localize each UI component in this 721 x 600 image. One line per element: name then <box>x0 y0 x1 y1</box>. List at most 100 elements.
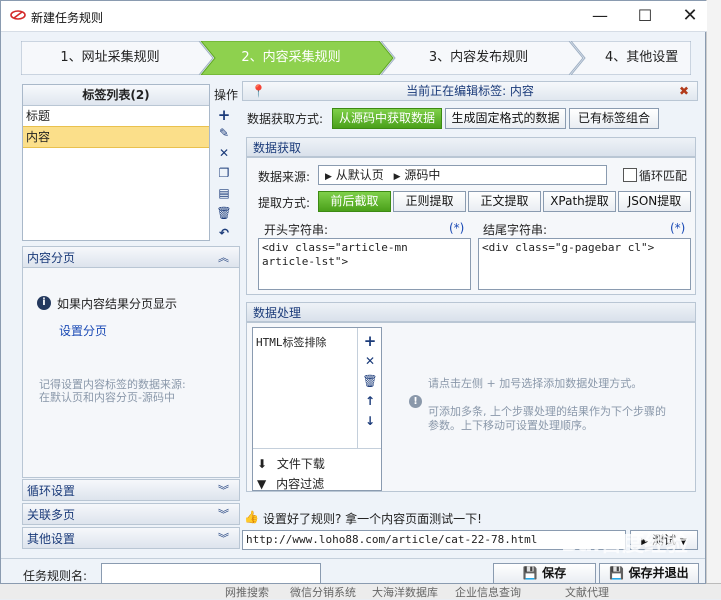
collapse-down-icon: ︾ <box>218 484 229 497</box>
delete-icon[interactable]: ✕ <box>212 146 236 160</box>
save-label: 保存 <box>542 566 567 580</box>
add-icon[interactable]: + <box>212 106 236 124</box>
section-multipage-header[interactable]: 关联多页 ︾ <box>22 503 240 525</box>
arrow-right-icon: ▶ <box>393 172 401 182</box>
save-icon: 💾 <box>609 566 625 580</box>
start-string-input[interactable]: <div class="article-mn article-lst"> <box>258 238 471 290</box>
close-editor-icon[interactable]: ✖ <box>679 82 689 100</box>
source-page: 从默认页 <box>335 168 384 182</box>
paging-note-line2: 在默认页和内容分页-源码中 <box>39 391 175 404</box>
test-button-label: 测试 <box>651 533 676 547</box>
method-label: 提取方式: <box>258 196 311 210</box>
play-icon: ▶ <box>641 537 649 547</box>
collapse-down-icon: ︾ <box>218 508 229 521</box>
loop-match-checkbox[interactable] <box>623 168 637 182</box>
tag-ops-toolbar: 操作 + ✎ ✕ ❐ ▤ 🗑 ↶ <box>212 84 240 241</box>
collapse-down-icon: ︾ <box>218 532 229 545</box>
footer-divider <box>1 558 705 559</box>
process-item[interactable]: HTML标签排除 <box>256 334 327 350</box>
app-logo-icon <box>10 10 26 20</box>
loop-match-label: 循环匹配 <box>639 169 688 183</box>
maximize-button[interactable]: ☐ <box>622 1 668 31</box>
section-loop-title: 循环设置 <box>27 484 76 498</box>
download-icon: ⬇ <box>257 457 268 471</box>
save-exit-button[interactable]: 💾 保存并退出 <box>599 563 699 584</box>
window-title: 新建任务规则 <box>31 11 104 25</box>
end-string-label: 结尾字符串: <box>483 223 548 237</box>
process-toolbar: + ✕ 🗑 ↑ ↓ <box>357 328 382 448</box>
trash-icon[interactable]: 🗑 <box>212 206 236 220</box>
fetch-mode-label: 数据获取方式: <box>247 112 324 126</box>
minimize-button[interactable]: — <box>577 1 623 31</box>
rule-name-label: 任务规则名: <box>23 569 88 583</box>
method-regex[interactable]: 正则提取 <box>393 191 466 212</box>
fetch-mode-source[interactable]: 从源码中获取数据 <box>332 108 442 129</box>
arrow-right-icon: ▶ <box>325 172 332 182</box>
step-other-settings[interactable]: 4、其他设置 <box>581 41 691 75</box>
process-list: HTML标签排除 + ✕ 🗑 ↑ ↓ ⬇ 文件下载 ▼ 内容过滤 <box>252 327 382 491</box>
info-icon: ! <box>409 395 422 408</box>
file-download-label: 文件下载 <box>276 457 325 471</box>
save-exit-label: 保存并退出 <box>628 566 689 580</box>
method-json[interactable]: JSON提取 <box>618 191 691 212</box>
content-filter-action[interactable]: ▼ 内容过滤 <box>257 475 324 492</box>
ops-label: 操作 <box>213 88 238 102</box>
tag-list-title: 标签列表(2) <box>23 85 209 106</box>
rule-name-input[interactable] <box>101 563 321 584</box>
process-hint-line3: 参数。上下移动可设置处理顺序。 <box>428 419 593 432</box>
end-string-hint[interactable]: (*) <box>670 221 685 235</box>
pin-icon: 📍 <box>251 84 266 98</box>
move-down-icon[interactable]: ↓ <box>358 414 382 428</box>
start-string-hint[interactable]: (*) <box>449 221 464 235</box>
dropdown-arrow-icon: ▼ <box>679 537 687 547</box>
test-prompt: 设置好了规则? 拿一个内容页面测试一下! <box>263 512 482 526</box>
delete-icon[interactable]: ✕ <box>358 354 382 368</box>
fetch-mode-combine[interactable]: 已有标签组合 <box>569 108 659 129</box>
method-xpath[interactable]: XPath提取 <box>543 191 616 212</box>
content-filter-label: 内容过滤 <box>276 477 325 491</box>
step-url-rules[interactable]: 1、网址采集规则 <box>21 41 199 75</box>
trash-icon[interactable]: 🗑 <box>358 374 382 388</box>
section-multipage-title: 关联多页 <box>27 508 76 522</box>
source-label: 数据来源: <box>258 170 311 184</box>
fetch-section-header: 数据获取 <box>246 137 696 157</box>
section-loop-header[interactable]: 循环设置 ︾ <box>22 479 240 501</box>
section-paging-header[interactable]: 内容分页 ︽ <box>22 246 240 268</box>
set-paging-link[interactable]: 设置分页 <box>59 322 107 339</box>
title-bar: 新建任务规则 — ☐ ✕ <box>1 1 707 32</box>
section-other-title: 其他设置 <box>27 532 76 546</box>
tag-list-panel: 标签列表(2) 标题 内容 <box>22 84 210 241</box>
tag-item[interactable]: 标题 <box>23 106 209 126</box>
step-publish-rules[interactable]: 3、内容发布规则 <box>391 41 566 75</box>
section-other-header[interactable]: 其他设置 ︾ <box>22 527 240 549</box>
edit-icon[interactable]: ✎ <box>212 126 236 140</box>
method-between[interactable]: 前后截取 <box>318 191 391 212</box>
source-selector[interactable]: ▶ 从默认页 ▶ 源码中 <box>318 165 607 185</box>
process-section-header: 数据处理 <box>246 302 696 322</box>
process-hint-line1: 请点击左侧 + 加号选择添加数据处理方式。 <box>428 377 643 390</box>
info-icon: i <box>37 296 51 310</box>
method-text[interactable]: 正文提取 <box>468 191 541 212</box>
paging-info-text: 如果内容结果分页显示 <box>57 297 178 311</box>
test-button[interactable]: ▶ 测试 ▼ <box>630 530 698 550</box>
paste-icon[interactable]: ▤ <box>212 186 236 200</box>
copy-icon[interactable]: ❐ <box>212 166 236 180</box>
move-up-icon[interactable]: ↑ <box>358 394 382 408</box>
tag-item-selected[interactable]: 内容 <box>23 126 209 148</box>
test-url-input[interactable]: http://www.loho88.com/article/cat-22-78.… <box>242 530 626 550</box>
section-paging-body: i 如果内容结果分页显示 设置分页 记得设置内容标签的数据来源: 在默认页和内容… <box>22 268 240 478</box>
section-paging-title: 内容分页 <box>27 251 76 265</box>
save-button[interactable]: 💾 保存 <box>493 563 596 584</box>
editor-heading-bar: 📍 当前正在编辑标签: 内容 ✖ <box>242 81 698 101</box>
end-string-input[interactable]: <div class="g-pagebar cl"> <box>478 238 691 290</box>
file-download-action[interactable]: ⬇ 文件下载 <box>257 455 325 472</box>
source-type: 源码中 <box>404 168 441 182</box>
process-divider <box>253 448 381 449</box>
step-content-rules[interactable]: 2、内容采集规则 <box>206 41 376 75</box>
close-button[interactable]: ✕ <box>667 1 713 31</box>
fetch-mode-fixed[interactable]: 生成固定格式的数据 <box>445 108 566 129</box>
editor-heading: 当前正在编辑标签: 内容 <box>406 84 534 98</box>
undo-icon[interactable]: ↶ <box>212 226 236 240</box>
add-icon[interactable]: + <box>358 332 382 350</box>
collapse-up-icon: ︽ <box>218 251 229 264</box>
